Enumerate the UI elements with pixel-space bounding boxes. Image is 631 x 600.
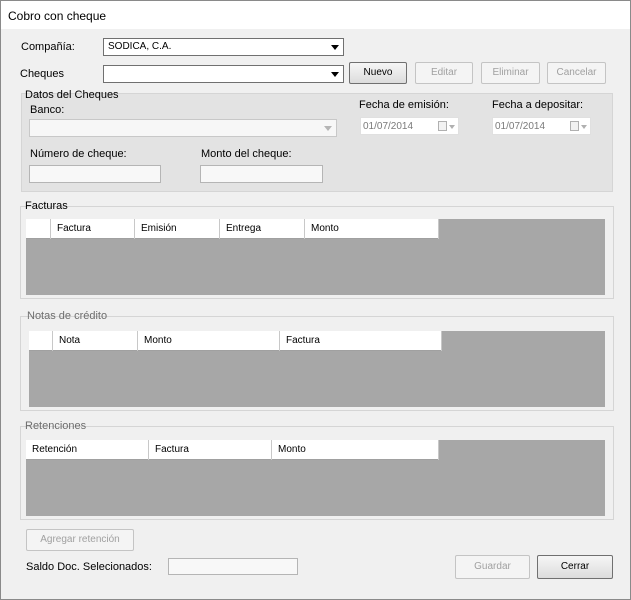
fecha-depositar-picker[interactable]: 01/07/2014 — [492, 117, 591, 135]
column-header-factura[interactable]: Factura — [280, 331, 442, 351]
column-header-emision[interactable]: Emisión — [135, 219, 220, 239]
column-header-monto[interactable]: Monto — [272, 440, 439, 460]
column-header-retencion[interactable]: Retención — [26, 440, 149, 460]
chevron-down-icon — [449, 125, 455, 129]
chevron-down-icon — [331, 45, 339, 50]
monto-cheque-field[interactable] — [200, 165, 323, 183]
retenciones-grid[interactable]: Retención Factura Monto — [26, 440, 605, 516]
facturas-grid-header: Factura Emisión Entrega Monto — [26, 219, 439, 239]
calendar-icon[interactable] — [570, 121, 579, 131]
company-select[interactable]: SODICA, C.A. — [103, 38, 344, 56]
notas-credito-grid-header: Nota Monto Factura — [29, 331, 442, 351]
chevron-down-icon — [324, 126, 332, 131]
fecha-depositar-value: 01/07/2014 — [495, 121, 546, 132]
facturas-group-label: Facturas — [25, 200, 68, 212]
chevron-down-icon — [581, 125, 587, 129]
cancelar-button[interactable]: Cancelar — [547, 62, 606, 84]
retenciones-grid-header: Retención Factura Monto — [26, 440, 439, 460]
column-header-monto[interactable]: Monto — [138, 331, 280, 351]
retenciones-group-label: Retenciones — [25, 420, 87, 432]
window-title: Cobro con cheque — [8, 9, 107, 23]
banco-label: Banco: — [30, 104, 65, 116]
monto-cheque-label: Monto del cheque: — [201, 148, 292, 160]
column-header-nota[interactable]: Nota — [53, 331, 138, 351]
column-header-selector[interactable] — [29, 331, 53, 351]
cerrar-button[interactable]: Cerrar — [537, 555, 613, 579]
fecha-emision-picker[interactable]: 01/07/2014 — [360, 117, 459, 135]
company-select-value: SODICA, C.A. — [108, 41, 172, 52]
saldo-label: Saldo Doc. Selecionados: — [26, 561, 152, 573]
fecha-emision-value: 01/07/2014 — [363, 121, 414, 132]
eliminar-button[interactable]: Eliminar — [481, 62, 540, 84]
column-header-factura[interactable]: Factura — [149, 440, 272, 460]
datos-cheque-group-label: Datos del Cheques — [25, 89, 119, 101]
editar-button[interactable]: Editar — [415, 62, 473, 84]
column-header-factura[interactable]: Factura — [51, 219, 135, 239]
saldo-field — [168, 558, 298, 575]
guardar-button[interactable]: Guardar — [455, 555, 530, 579]
notas-credito-grid[interactable]: Nota Monto Factura — [29, 331, 605, 407]
column-header-monto[interactable]: Monto — [305, 219, 439, 239]
banco-select[interactable] — [29, 119, 337, 137]
cheques-label: Cheques — [20, 68, 65, 80]
chevron-down-icon — [331, 72, 339, 77]
numero-cheque-label: Número de cheque: — [30, 148, 127, 160]
calendar-icon[interactable] — [438, 121, 447, 131]
cobro-cheque-window: Cobro con cheque Compañía: SODICA, C.A. … — [0, 0, 631, 600]
company-label: Compañía: — [21, 41, 75, 53]
fecha-depositar-label: Fecha a depositar: — [492, 99, 584, 111]
notas-credito-group-label: Notas de crédito — [27, 310, 108, 322]
cheques-select[interactable] — [103, 65, 344, 83]
numero-cheque-field[interactable] — [29, 165, 161, 183]
title-bar: Cobro con cheque — [1, 1, 630, 29]
column-header-entrega[interactable]: Entrega — [220, 219, 305, 239]
nuevo-button[interactable]: Nuevo — [349, 62, 407, 84]
fecha-emision-label: Fecha de emisión: — [359, 99, 449, 111]
facturas-grid[interactable]: Factura Emisión Entrega Monto — [26, 219, 605, 295]
column-header-selector[interactable] — [26, 219, 51, 239]
agregar-retencion-button[interactable]: Agregar retención — [26, 529, 134, 551]
